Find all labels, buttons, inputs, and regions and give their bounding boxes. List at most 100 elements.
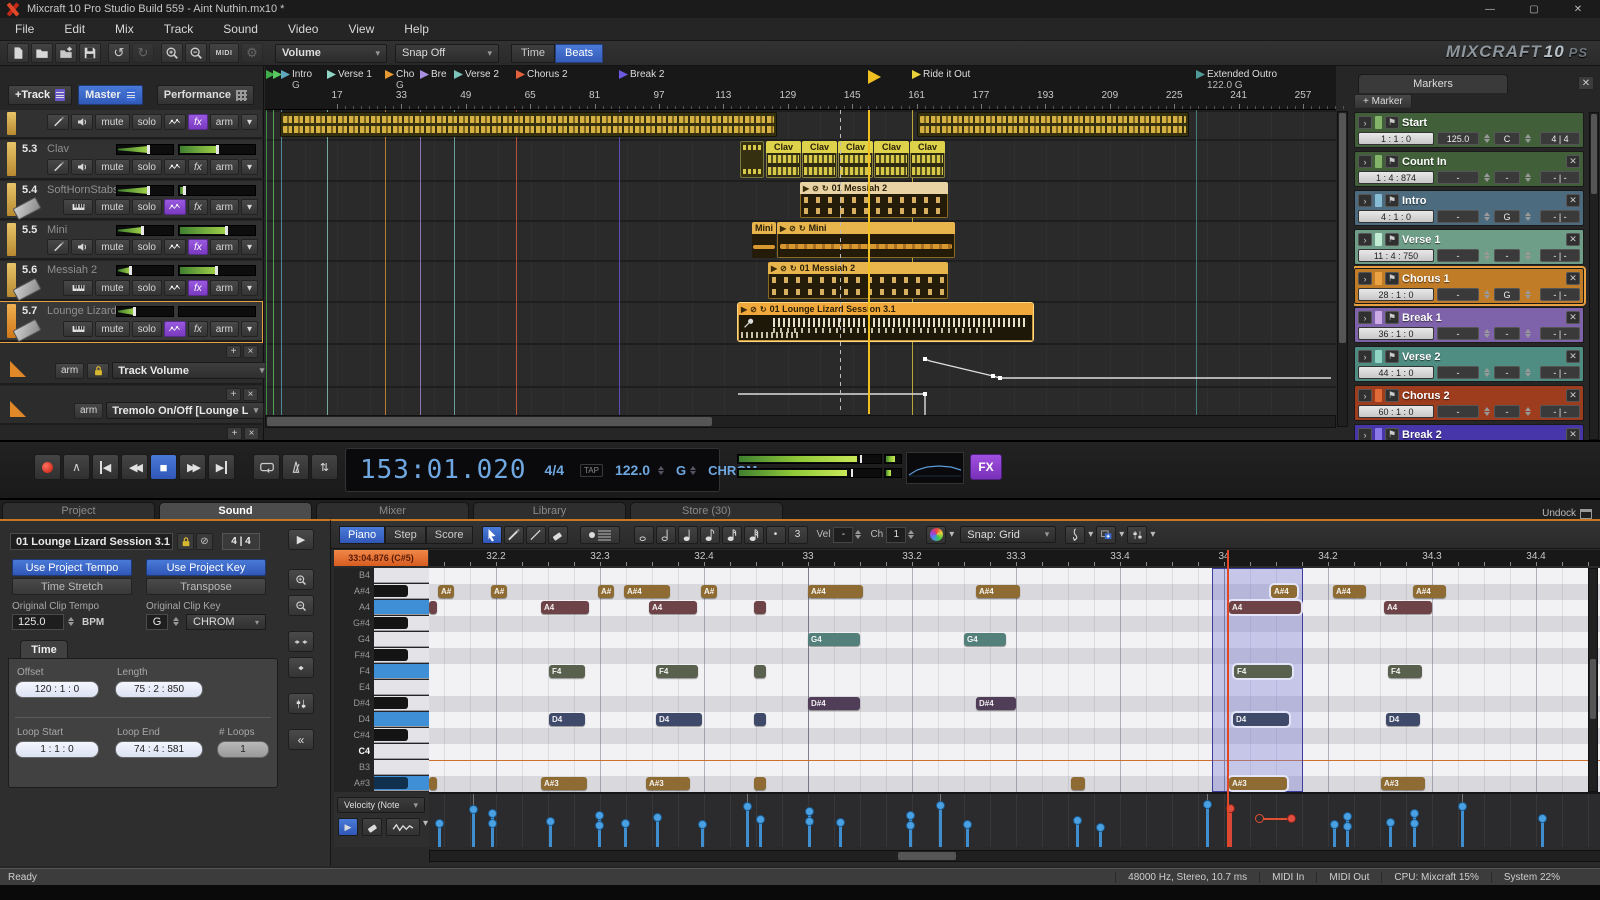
fx-button[interactable]: fx <box>188 159 208 175</box>
velocity-handle[interactable] <box>743 802 752 811</box>
arrange-area[interactable]: ClavClavClavClavClav▶⊘↻01 Messiah 2Mini▶… <box>265 110 1336 428</box>
marker-position[interactable]: 4 : 1 : 0 <box>1358 210 1434 223</box>
erase-tool-button[interactable] <box>548 526 568 544</box>
automation-button[interactable] <box>164 239 186 255</box>
new-file-button[interactable] <box>7 43 29 63</box>
velocity-type-dropdown[interactable]: Velocity (Note▾ <box>337 797 425 813</box>
fx-button[interactable]: fx <box>188 239 208 255</box>
go-to-start-button[interactable]: ◀ <box>92 454 119 480</box>
velocity-handle[interactable] <box>906 821 915 830</box>
key-graphic[interactable] <box>374 776 429 791</box>
add-track-button[interactable]: +Track <box>8 85 72 105</box>
velocity-stem[interactable] <box>1206 804 1209 847</box>
zoom-in-button[interactable] <box>288 569 314 590</box>
midi-note-as4[interactable]: A#4 <box>1271 585 1297 598</box>
marker-key[interactable]: - <box>1494 405 1520 418</box>
triplet-button[interactable]: 3 <box>788 526 808 544</box>
velocity-handle[interactable] <box>805 817 814 826</box>
mute-button[interactable]: mute <box>95 199 129 215</box>
duration-s-button[interactable] <box>722 526 742 544</box>
add-marker-button[interactable]: + Marker <box>1354 94 1412 109</box>
timeline-ruler[interactable]: 1733496581971131291451611771932092252412… <box>265 66 1336 110</box>
marker-tempo-spinner[interactable] <box>1482 132 1491 145</box>
track-name[interactable]: Messiah 2 <box>47 264 97 276</box>
marker-key-spinner[interactable] <box>1523 210 1532 223</box>
marker-position[interactable]: 28 : 1 : 0 <box>1358 288 1434 301</box>
track-volume-slider[interactable] <box>116 306 174 317</box>
marker-flag-button[interactable]: ⚑ <box>1385 233 1399 246</box>
marker-position[interactable]: 1 : 4 : 874 <box>1358 171 1434 184</box>
marker-tempo-spinner[interactable] <box>1482 249 1491 262</box>
marker-key[interactable]: - <box>1494 171 1520 184</box>
performance-button[interactable]: Performance <box>157 85 254 105</box>
piano-roll-ruler[interactable]: 32.232.332.43333.233.333.43434.234.334.4 <box>429 550 1600 566</box>
marker-key-spinner[interactable] <box>1523 366 1532 379</box>
track-volume-slider[interactable] <box>116 185 174 196</box>
midi-note-as4[interactable]: A#4 <box>624 585 670 598</box>
marker-meter[interactable]: - | - <box>1540 171 1580 184</box>
menu-sound[interactable]: Sound <box>208 18 273 41</box>
automation-button[interactable] <box>164 114 186 130</box>
track-row-partial[interactable]: mutesolofxarm▾ <box>0 110 262 139</box>
key-value[interactable]: G <box>668 463 690 478</box>
marker-position[interactable]: 36 : 1 : 0 <box>1358 327 1434 340</box>
marker-card-chorus-2[interactable]: ›⚑Chorus 2✕60 : 1 : 0--- | - <box>1354 385 1584 421</box>
marker-expand-button[interactable]: › <box>1358 389 1372 402</box>
instrument-keys-button[interactable] <box>63 199 93 215</box>
zoom-in-button[interactable] <box>161 43 183 63</box>
velocity-stem[interactable] <box>746 806 749 847</box>
midi-note-as4[interactable]: A#4 <box>1333 585 1366 598</box>
undo-button[interactable]: ↺ <box>108 43 130 63</box>
editor-tab-piano[interactable]: Piano <box>339 526 385 544</box>
marker-color-chip[interactable] <box>1375 428 1382 440</box>
marker-tempo-spinner[interactable] <box>1482 210 1491 223</box>
track-options-chevron[interactable]: ▾ <box>241 321 258 337</box>
clip-waveform[interactable] <box>280 112 777 137</box>
loop-mode-button[interactable] <box>253 454 280 480</box>
marker-meter[interactable]: - | - <box>1540 327 1580 340</box>
tempo-spinner[interactable] <box>658 466 664 475</box>
marker-card-verse-2[interactable]: ›⚑Verse 2✕44 : 1 : 0--- | - <box>1354 346 1584 382</box>
track-name[interactable]: Lounge Lizard... <box>47 305 126 317</box>
velocity-handle[interactable] <box>1410 819 1419 828</box>
marker-key-spinner[interactable] <box>1523 171 1532 184</box>
velocity-curve-button[interactable] <box>386 818 420 836</box>
solo-button[interactable]: solo <box>132 159 162 175</box>
paste-layer-button[interactable] <box>1096 526 1116 544</box>
track-name[interactable]: SoftHornStabs <box>47 184 119 196</box>
time-toggle-button[interactable]: Time <box>511 44 555 63</box>
midi-note-as4[interactable]: A#4 <box>976 585 1020 598</box>
scale-mode-dropdown[interactable]: CHROM▾ <box>186 614 266 630</box>
velocity-handle[interactable] <box>595 821 604 830</box>
track-options-chevron[interactable]: ▾ <box>241 239 258 255</box>
add-track-menu-icon[interactable] <box>55 89 65 101</box>
midi-note-as3[interactable]: A#3 <box>646 777 690 790</box>
fx-button[interactable]: fx <box>188 321 208 337</box>
mixer-view-button[interactable] <box>288 693 314 714</box>
marker-color-chip[interactable] <box>1375 116 1382 129</box>
velocity-handle[interactable] <box>756 815 765 824</box>
marker-card-break-2[interactable]: ›⚑Break 2✕ <box>1354 424 1584 440</box>
mute-button[interactable]: mute <box>95 321 129 337</box>
velocity-handle[interactable] <box>1096 823 1105 832</box>
stop-button[interactable]: ■ <box>150 454 177 480</box>
automation-lane-2[interactable]: +×armTremolo On/Off [Lounge Liz...▾ <box>0 386 262 425</box>
clip-mini[interactable]: Mini <box>752 222 776 258</box>
arm-button[interactable]: arm <box>210 159 239 175</box>
marker-tempo[interactable]: - <box>1437 405 1479 418</box>
mute-button[interactable]: mute <box>95 159 129 175</box>
marker-tempo[interactable]: 125.0 <box>1437 132 1479 145</box>
midi-note[interactable] <box>754 777 766 790</box>
automation-button[interactable] <box>164 280 186 296</box>
track-row-5.6[interactable]: 5.6Messiah 2mutesolofxarm▾ <box>0 261 262 301</box>
track-row-5.7[interactable]: 5.7Lounge Lizard...mutesolofxarm▾ <box>0 302 262 342</box>
midi-note-f4[interactable]: F4 <box>1234 665 1292 678</box>
use-project-key-button[interactable]: Use Project Key <box>146 559 266 576</box>
tab-mixer[interactable]: Mixer <box>316 502 469 519</box>
piano-key-f4[interactable]: F4 <box>334 664 429 680</box>
velocity-lane[interactable] <box>429 792 1600 847</box>
velocity-stem[interactable] <box>1229 808 1232 847</box>
track-options-chevron[interactable]: ▾ <box>241 199 258 215</box>
velocity-select-button[interactable]: ▶ <box>338 818 358 836</box>
key-graphic[interactable] <box>374 616 429 631</box>
